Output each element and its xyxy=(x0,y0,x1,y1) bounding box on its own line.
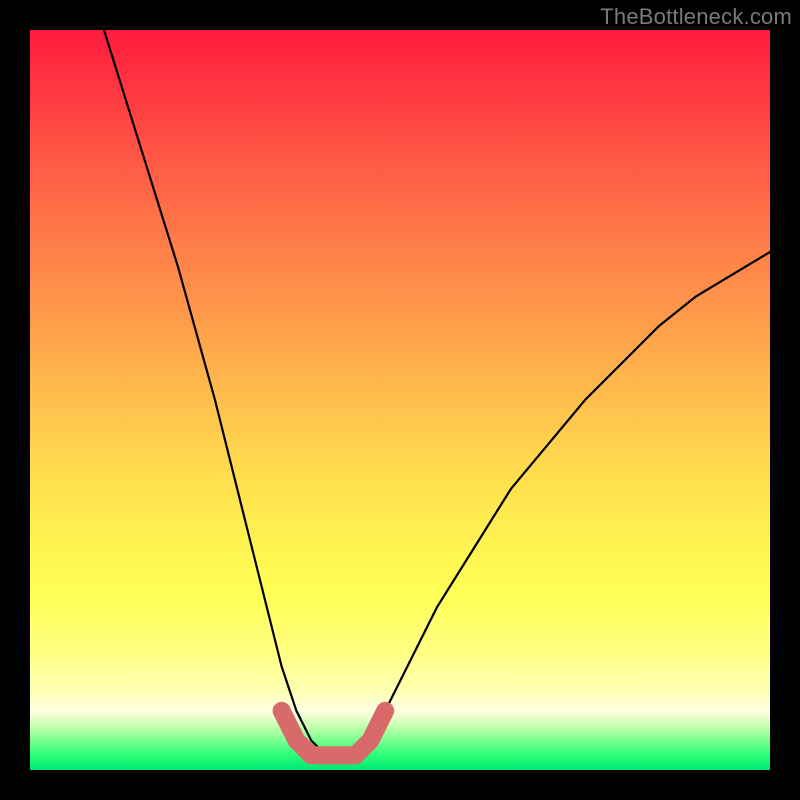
plot-area xyxy=(30,30,770,770)
chart-frame: TheBottleneck.com xyxy=(0,0,800,800)
bottleneck-curve xyxy=(104,30,770,755)
bottom-highlight xyxy=(282,711,386,755)
chart-svg xyxy=(30,30,770,770)
watermark-text: TheBottleneck.com xyxy=(600,4,792,30)
